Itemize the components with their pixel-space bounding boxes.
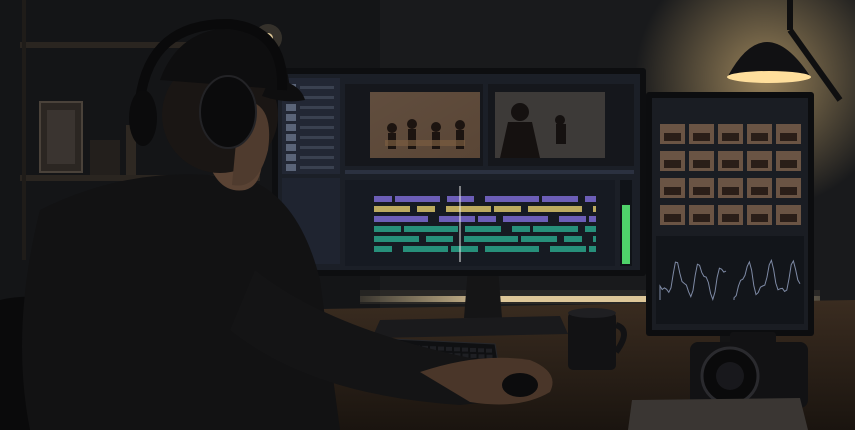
timeline-clip: [494, 206, 521, 212]
clip-thumbnail-figures: [693, 133, 710, 141]
clip-thumbnail-figures: [780, 214, 797, 222]
timeline-clip: [564, 236, 582, 242]
timeline-clip: [446, 206, 491, 212]
bin-thumb: [286, 144, 296, 151]
timeline-clip: [465, 226, 501, 232]
timeline-clip: [593, 236, 596, 242]
timeline-clip: [426, 236, 453, 242]
bin-label-bar: [300, 116, 334, 119]
side-monitor: [646, 92, 814, 344]
timeline-clip: [550, 246, 586, 252]
clip-thumbnail-figures: [693, 187, 710, 195]
clip-thumbnail-figures: [722, 160, 739, 168]
bin-label-bar: [300, 136, 334, 139]
bin-thumb: [286, 134, 296, 141]
clip-thumbnail-figures: [664, 187, 681, 195]
keyboard-key: [478, 348, 484, 353]
timeline-clip: [559, 216, 586, 222]
timeline-clip: [374, 226, 401, 232]
clip-thumbnail-figures: [751, 160, 768, 168]
notebook: [628, 398, 808, 430]
clip-thumbnail-figures: [664, 214, 681, 222]
keyboard-key: [438, 346, 444, 351]
bin-thumb: [286, 124, 296, 131]
audio-meter-fill: [622, 204, 630, 264]
picture-frame-icon: [39, 101, 83, 173]
timeline-clip: [533, 226, 578, 232]
timeline-clip: [403, 246, 448, 252]
scene-illustration: [0, 0, 855, 430]
clip-thumbnail-figures: [693, 160, 710, 168]
clip-thumbnail-figures: [780, 133, 797, 141]
mouse-icon: [502, 373, 538, 397]
timeline-clip: [589, 216, 596, 222]
timeline-clip: [374, 216, 428, 222]
bin-label-bar: [300, 126, 334, 129]
timeline-clip: [585, 196, 596, 202]
bin-thumb: [286, 164, 296, 171]
clip-thumbnail-figures: [780, 160, 797, 168]
bin-label-bar: [300, 86, 334, 89]
clip-thumbnail-figures: [751, 133, 768, 141]
clip-thumbnail-figures: [751, 214, 768, 222]
keyboard-key: [470, 353, 477, 358]
keyboard-key: [478, 354, 485, 359]
clip-thumbnail-figures: [780, 187, 797, 195]
timeline-clip: [374, 236, 419, 242]
timeline-clip: [485, 196, 539, 202]
mug-icon: [568, 308, 627, 370]
timeline-clip: [374, 246, 392, 252]
camera-icon: [690, 332, 808, 408]
timeline-clip: [395, 196, 440, 202]
clip-thumbnail-figures: [722, 133, 739, 141]
bin-thumb: [286, 154, 296, 161]
timeline-clip: [404, 226, 458, 232]
timeline-clip: [503, 216, 548, 222]
timeline-panel: [345, 180, 615, 266]
keyboard-key: [486, 348, 492, 353]
timeline-clip: [417, 206, 435, 212]
shelf-book: [90, 140, 120, 175]
timeline-clip: [589, 246, 596, 252]
clip-thumbnail-figures: [722, 214, 739, 222]
editing-desk-scene: [0, 0, 855, 430]
timeline-clip: [521, 236, 557, 242]
clip-thumbnail-figures: [722, 187, 739, 195]
keyboard-key: [446, 346, 452, 351]
timeline-clip: [593, 206, 596, 212]
bin-label-bar: [300, 96, 334, 99]
bin-label-bar: [300, 146, 334, 149]
timeline-clip: [512, 226, 530, 232]
timeline-clip: [451, 246, 478, 252]
clip-thumbnail-figures: [664, 160, 681, 168]
clip-thumbnail-figures: [693, 214, 710, 222]
timeline-clip: [374, 206, 410, 212]
timeline-clip: [528, 206, 582, 212]
bin-label-bar: [300, 156, 334, 159]
timeline-clip: [374, 196, 392, 202]
timeline-clip: [478, 216, 496, 222]
timeline-clip: [485, 246, 539, 252]
keyboard-key: [462, 347, 468, 352]
clip-thumbnail-figures: [664, 133, 681, 141]
bin-label-bar: [300, 106, 334, 109]
bin-thumb: [286, 114, 296, 121]
timeline-clip: [464, 236, 518, 242]
bin-label-bar: [300, 166, 334, 169]
bin-thumb: [286, 104, 296, 111]
keyboard-key: [454, 347, 460, 352]
timeline-clip: [542, 196, 578, 202]
timeline-clip: [585, 226, 596, 232]
clip-thumbnail-figures: [751, 187, 768, 195]
timeline-clip: [439, 216, 475, 222]
keyboard-key: [470, 347, 476, 352]
